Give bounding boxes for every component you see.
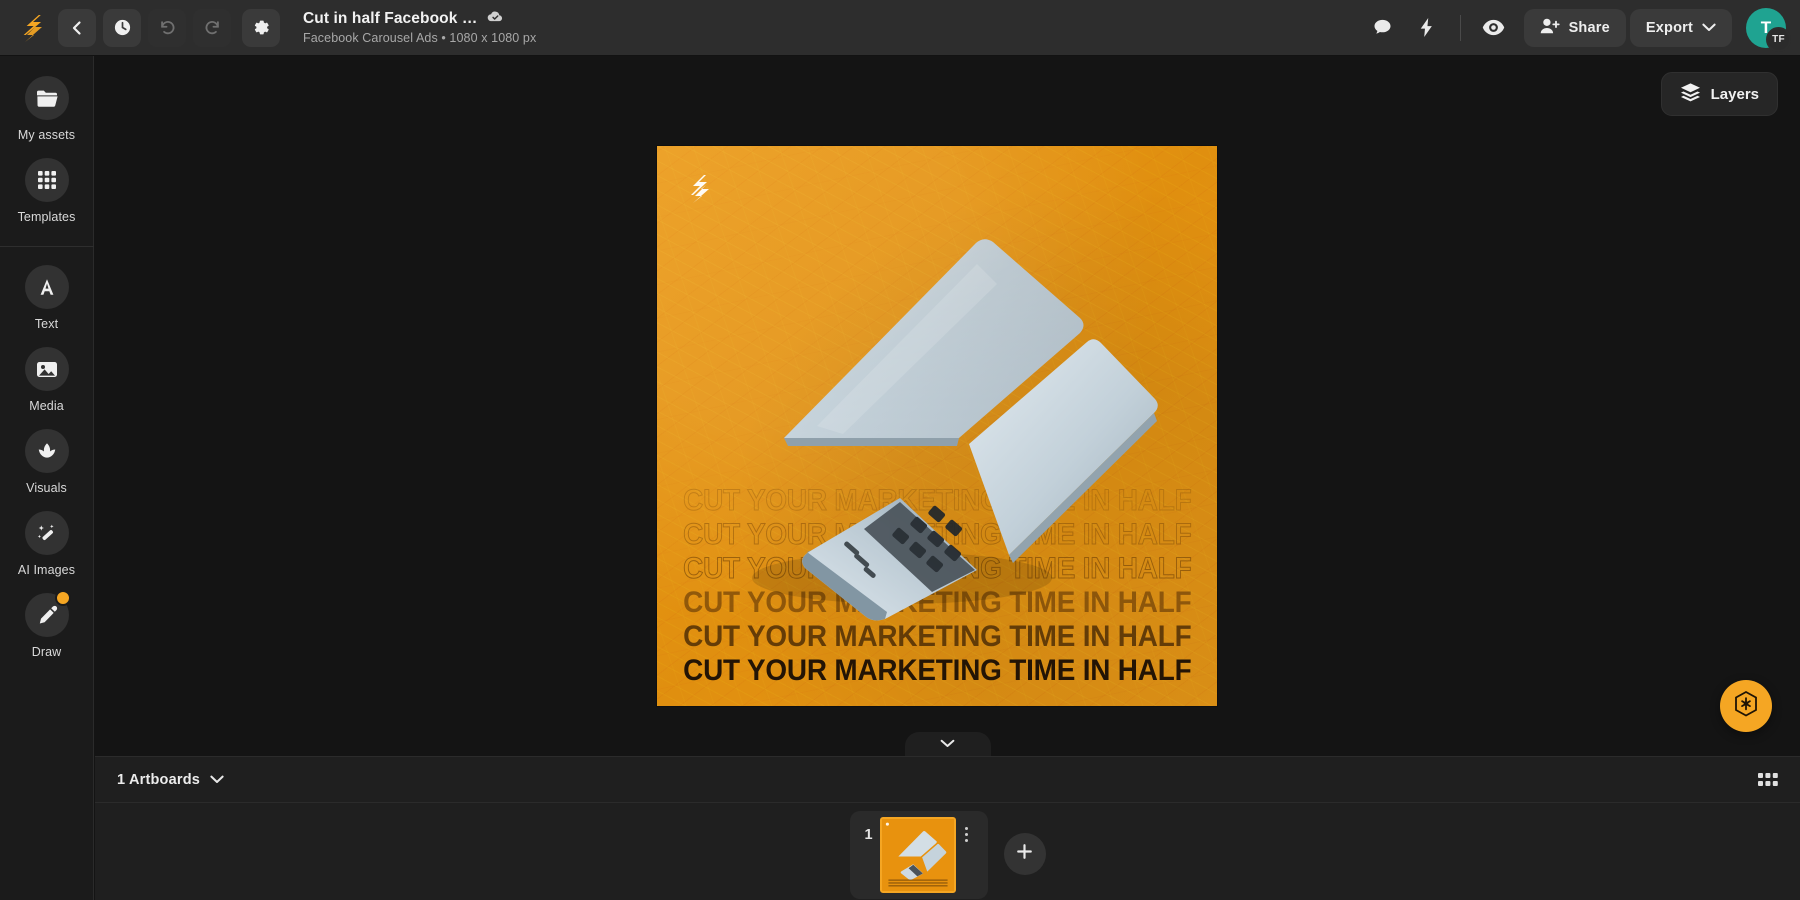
panel-collapse-handle[interactable] [905, 732, 991, 756]
grid-squares-icon [25, 158, 69, 202]
document-subtitle: Facebook Carousel Ads • 1080 x 1080 px [303, 31, 536, 45]
artboards-panel-header: 1 Artboards [95, 757, 1800, 803]
lightning-bolt-icon[interactable] [1407, 8, 1447, 48]
top-toolbar: Cut in half Facebook … Facebook Carousel… [0, 0, 1800, 56]
back-button[interactable] [58, 9, 96, 47]
sidebar-item-label: Visuals [26, 481, 67, 495]
history-button[interactable] [103, 9, 141, 47]
sidebar-item-label: Media [29, 399, 64, 413]
letter-a-icon [25, 265, 69, 309]
add-artboard-button[interactable] [1004, 833, 1046, 875]
layers-label: Layers [1711, 86, 1759, 103]
artboard[interactable]: CUT YOUR MARKETING TIME IN HALF CUT YOUR… [657, 146, 1217, 706]
export-label: Export [1646, 20, 1693, 36]
artboards-count-label: 1 Artboards [117, 772, 200, 788]
ai-assistant-button[interactable] [1720, 680, 1772, 732]
chevron-down-icon [940, 735, 955, 753]
more-vertical-icon[interactable] [956, 817, 978, 842]
sidebar-divider [0, 246, 94, 247]
redo-button[interactable] [193, 9, 231, 47]
sidebar-item-media[interactable]: Media [0, 347, 94, 413]
artboards-panel: 1 Artboards 1 [95, 756, 1800, 900]
comment-bubble-icon[interactable] [1363, 8, 1403, 48]
layers-button[interactable]: Layers [1661, 72, 1778, 116]
avatar-badge: TF [1766, 27, 1791, 52]
page-title[interactable]: Cut in half Facebook … [303, 10, 477, 28]
sidebar-item-templates[interactable]: Templates [0, 158, 94, 224]
user-plus-icon [1540, 17, 1560, 39]
artboard-thumbnail-card[interactable]: 1 [850, 811, 988, 899]
toolbar-right-actions: Share Export T TF [1363, 8, 1800, 48]
toolbar-divider [1460, 15, 1461, 41]
artboard-thumbnail-preview[interactable] [880, 817, 956, 893]
ai-hexagon-icon [1733, 690, 1759, 723]
left-sidebar: My assets Templates Text [0, 56, 94, 900]
artboard-thumbnail-strip: 1 [95, 803, 1800, 900]
sidebar-item-label: AI Images [18, 563, 75, 577]
sidebar-item-visuals[interactable]: Visuals [0, 429, 94, 495]
cloud-check-icon [486, 10, 503, 28]
draw-new-badge [55, 590, 71, 606]
grid-view-toggle[interactable] [1758, 773, 1778, 787]
sidebar-item-text[interactable]: Text [0, 265, 94, 331]
artboards-dropdown[interactable]: 1 Artboards [117, 772, 224, 788]
sidebar-item-label: Templates [18, 210, 76, 224]
simplified-logo-icon[interactable] [16, 11, 50, 45]
share-label: Share [1569, 20, 1610, 36]
undo-button[interactable] [148, 9, 186, 47]
export-button[interactable]: Export [1630, 9, 1732, 47]
magic-wand-icon [25, 511, 69, 555]
image-icon [25, 347, 69, 391]
plus-icon [1015, 842, 1034, 866]
artboard-number: 1 [858, 817, 880, 843]
avatar[interactable]: T TF [1746, 8, 1786, 48]
sidebar-item-my-assets[interactable]: My assets [0, 76, 94, 142]
simplified-design-editor: Cut in half Facebook … Facebook Carousel… [0, 0, 1800, 900]
chevron-down-icon [210, 772, 224, 788]
sidebar-item-ai-images[interactable]: AI Images [0, 511, 94, 577]
eye-icon[interactable] [1474, 8, 1514, 48]
folder-icon [25, 76, 69, 120]
pen-icon [25, 593, 69, 637]
sidebar-item-label: Text [35, 317, 58, 331]
shapes-lotus-icon [25, 429, 69, 473]
laptop-cut-in-half-image[interactable] [657, 146, 1217, 706]
sidebar-item-draw[interactable]: Draw [0, 593, 94, 659]
layers-stack-icon [1680, 82, 1701, 106]
sidebar-item-label: My assets [18, 128, 75, 142]
document-meta: Cut in half Facebook … Facebook Carousel… [303, 10, 536, 45]
settings-button[interactable] [242, 9, 280, 47]
design-canvas[interactable]: Layers CUT YOUR MARKETING TIME IN HALF C… [95, 56, 1800, 756]
chevron-down-icon [1702, 20, 1716, 36]
sidebar-item-label: Draw [32, 645, 62, 659]
share-button[interactable]: Share [1524, 9, 1626, 47]
